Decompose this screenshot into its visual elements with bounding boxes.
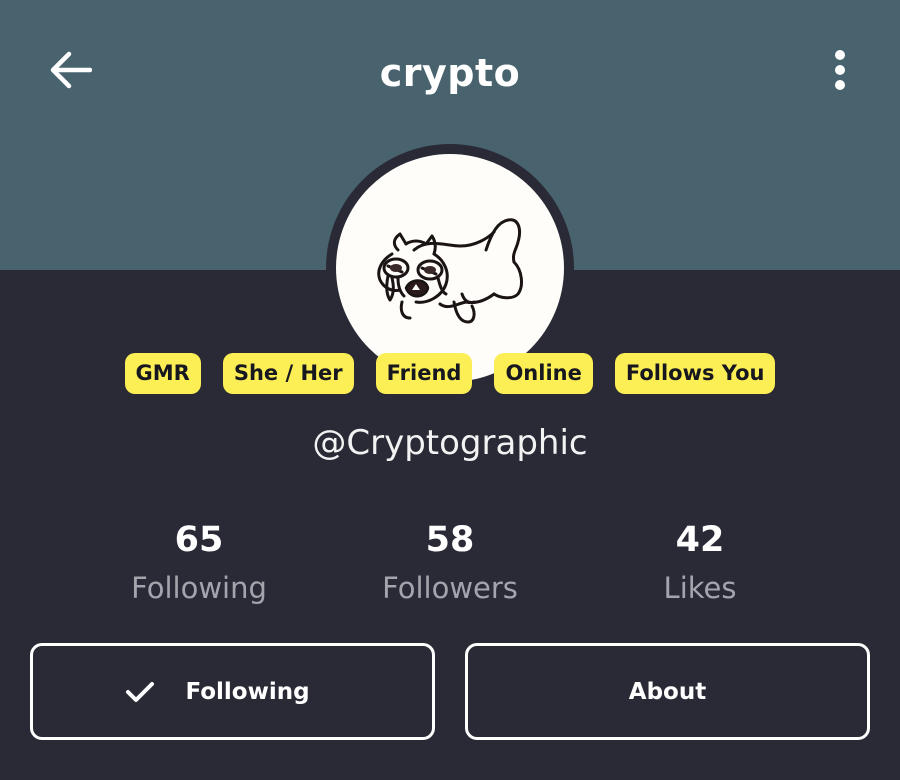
stat-likes[interactable]: 42 Likes [575, 516, 825, 610]
more-options-button[interactable] [818, 46, 862, 98]
stat-followers[interactable]: 58 Followers [325, 516, 575, 610]
tag-follows-you[interactable]: Follows You [614, 353, 776, 394]
avatar[interactable] [336, 154, 564, 382]
checkmark-icon [125, 680, 155, 704]
more-vertical-icon [834, 49, 846, 95]
about-button[interactable]: About [465, 643, 870, 740]
tag-pronouns[interactable]: She / Her [222, 353, 354, 394]
page-title: crypto [379, 51, 521, 95]
tag-gmr[interactable]: GMR [124, 353, 201, 394]
profile-tags: GMR She / Her Friend Online Follows You [0, 353, 900, 394]
username-handle: @Cryptographic [312, 423, 588, 463]
following-button[interactable]: Following [30, 643, 435, 740]
stat-following[interactable]: 65 Following [74, 516, 324, 610]
stat-likes-label: Likes [663, 571, 737, 605]
stat-followers-count: 58 [425, 520, 475, 560]
stat-followers-label: Followers [382, 571, 518, 605]
stat-following-label: Following [131, 571, 267, 605]
following-button-label: Following [185, 678, 310, 705]
tag-friend[interactable]: Friend [375, 353, 473, 394]
cat-drawing-avatar [377, 218, 523, 324]
tag-online[interactable]: Online [494, 353, 593, 394]
stat-likes-count: 42 [675, 520, 725, 560]
about-button-label: About [628, 678, 707, 705]
stat-following-count: 65 [174, 520, 224, 560]
